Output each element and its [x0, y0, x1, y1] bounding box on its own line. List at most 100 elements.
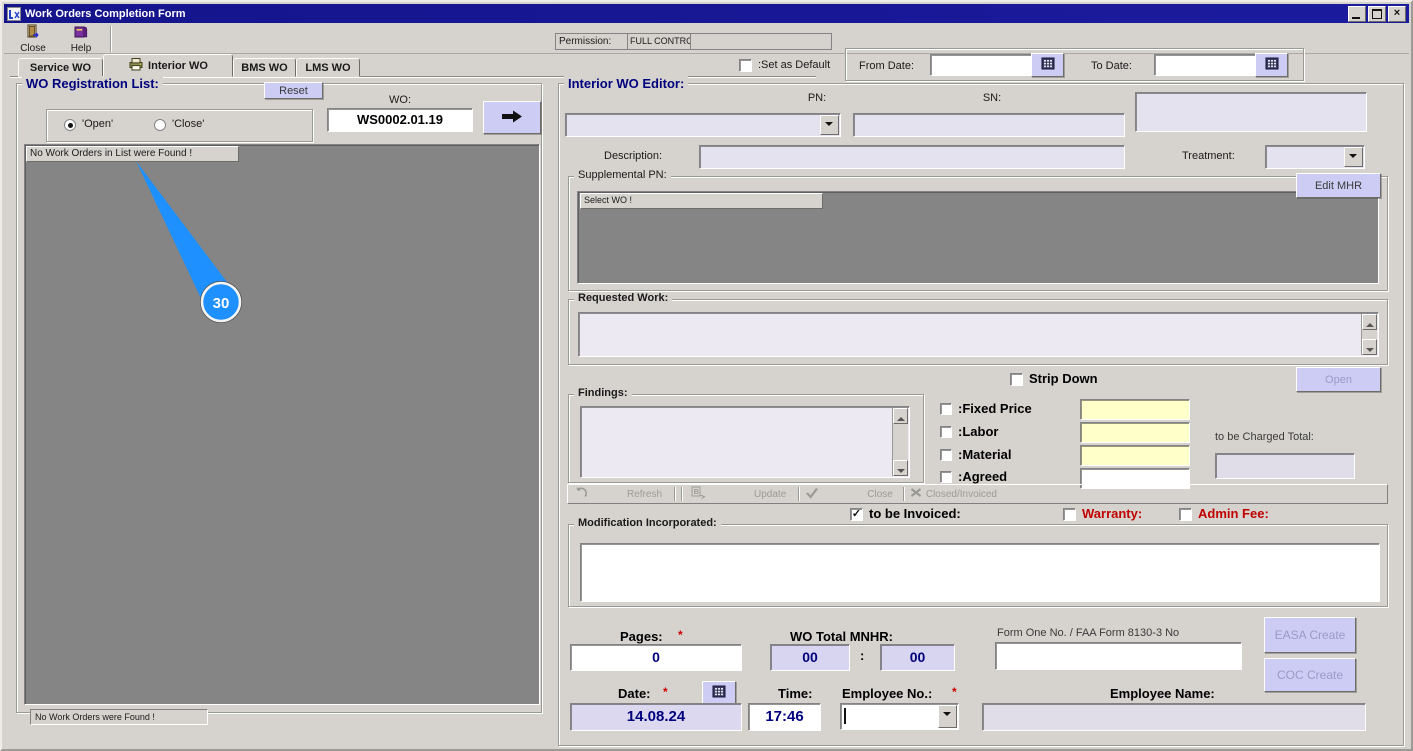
material-checkbox[interactable]: [940, 449, 952, 461]
wo-list-area[interactable]: No Work Orders in List were Found ! 30: [24, 144, 540, 705]
scroll-down-icon[interactable]: [893, 460, 908, 476]
requested-work-title: Requested Work:: [574, 292, 673, 304]
reset-button[interactable]: Reset: [264, 82, 323, 99]
employee-no-combobox[interactable]: [840, 703, 959, 730]
exit-door-icon: [25, 24, 41, 42]
treatment-combobox[interactable]: [1265, 145, 1365, 169]
dropdown-arrow-icon[interactable]: [938, 705, 957, 728]
update-label: Update: [754, 488, 787, 500]
svg-text:B: B: [694, 487, 700, 496]
to-date-calendar-button[interactable]: [1255, 53, 1288, 77]
from-date-input[interactable]: [930, 54, 1038, 76]
check-action[interactable]: [805, 487, 819, 502]
radio-open-label: 'Open': [82, 118, 114, 130]
refresh-action[interactable]: Refresh: [627, 489, 662, 500]
form-one-label: Form One No. / FAA Form 8130-3 No: [997, 627, 1180, 639]
actionbar-separator: [674, 487, 677, 501]
scroll-down-icon[interactable]: [1362, 339, 1377, 355]
pages-required-star: *: [678, 628, 683, 642]
pages-value: 0: [652, 649, 660, 665]
edit-mhr-button[interactable]: Edit MHR: [1296, 173, 1381, 198]
admin-fee-checkbox[interactable]: [1179, 508, 1192, 521]
supplemental-pn-grid[interactable]: Select WO !: [577, 191, 1379, 284]
strip-down-checkbox[interactable]: [1010, 373, 1023, 386]
app-icon: [7, 6, 21, 21]
save-action[interactable]: B: [691, 486, 706, 502]
close-window-button[interactable]: ×: [1388, 5, 1406, 22]
sn-field[interactable]: [853, 113, 1125, 137]
charged-total-label: to be Charged Total:: [1215, 431, 1314, 443]
radio-close[interactable]: [154, 119, 166, 131]
actionbar-separator: [681, 487, 684, 501]
mnhr-hours-field[interactable]: 00: [770, 644, 850, 671]
from-date-calendar-button[interactable]: [1031, 53, 1064, 77]
open-button[interactable]: Open: [1296, 367, 1381, 392]
tab-interior-wo[interactable]: Interior WO: [103, 54, 233, 77]
fixed-price-checkbox[interactable]: [940, 403, 952, 415]
go-arrow-button[interactable]: [483, 101, 541, 134]
help-button[interactable]: Help: [58, 25, 104, 54]
close-action[interactable]: Close: [867, 489, 893, 500]
employee-name-field: [982, 703, 1366, 731]
date-field[interactable]: 14.08.24: [570, 703, 742, 731]
permission-value: FULL CONTROL: [630, 36, 699, 46]
labor-checkbox[interactable]: [940, 426, 952, 438]
fixed-price-field[interactable]: [1080, 399, 1190, 420]
findings-textarea[interactable]: [580, 406, 910, 478]
date-calendar-button[interactable]: [702, 681, 736, 704]
findings-scrollbar[interactable]: [892, 408, 908, 476]
update-action[interactable]: Update: [754, 489, 786, 500]
agreed-checkbox[interactable]: [940, 471, 952, 483]
supplemental-grid-header-text: Select WO !: [584, 195, 633, 205]
material-field[interactable]: [1080, 445, 1190, 466]
printer-icon: [128, 57, 144, 74]
closed-invoiced-action[interactable]: Closed/Invoiced: [910, 487, 997, 501]
titlebar: Work Orders Completion Form ×: [4, 4, 1409, 23]
calendar-icon: [1265, 57, 1279, 73]
dropdown-arrow-icon[interactable]: [820, 115, 839, 135]
tab-lms-wo[interactable]: LMS WO: [296, 58, 360, 77]
employee-no-value: [844, 708, 846, 724]
to-date-input[interactable]: [1154, 54, 1262, 76]
radio-open[interactable]: [64, 119, 76, 131]
easa-create-button[interactable]: EASA Create: [1264, 617, 1356, 653]
wo-input[interactable]: WS0002.01.19: [327, 108, 473, 132]
coc-create-button[interactable]: COC Create: [1264, 658, 1356, 692]
to-be-invoiced-checkbox[interactable]: ✓: [850, 508, 863, 521]
modification-textarea[interactable]: [580, 543, 1380, 602]
dropdown-arrow-icon[interactable]: [1344, 147, 1363, 167]
modification-title: Modification Incorporated:: [574, 517, 721, 529]
restore-button[interactable]: [1368, 5, 1386, 22]
charged-total-field: [1215, 453, 1355, 479]
actionbar-separator: [798, 487, 801, 501]
permission-label: Permission:: [559, 36, 612, 47]
tab-service-wo[interactable]: Service WO: [18, 58, 103, 77]
minimize-button[interactable]: [1348, 5, 1366, 22]
pages-input[interactable]: 0: [570, 644, 742, 671]
close-button[interactable]: Close: [10, 24, 56, 54]
description-label: Description:: [604, 150, 663, 162]
annotation-callout: 30: [136, 161, 242, 323]
warranty-checkbox[interactable]: [1063, 508, 1076, 521]
time-field[interactable]: 17:46: [748, 703, 821, 731]
mnhr-minutes-field[interactable]: 00: [880, 644, 955, 671]
supplemental-grid-header: Select WO !: [580, 193, 823, 209]
requested-work-scrollbar[interactable]: [1361, 314, 1377, 355]
scroll-up-icon[interactable]: [893, 408, 908, 424]
set-as-default-checkbox[interactable]: [739, 59, 752, 72]
app-window: Work Orders Completion Form × Close Help…: [0, 0, 1413, 751]
date-value: 14.08.24: [626, 708, 686, 725]
undo-action[interactable]: [574, 487, 588, 502]
permission-label-cell: Permission:: [555, 33, 628, 50]
wo-registration-title: WO Registration List:: [22, 76, 163, 91]
form-one-input[interactable]: [995, 642, 1242, 670]
time-label: Time:: [778, 686, 813, 701]
labor-field[interactable]: [1080, 422, 1190, 443]
scroll-up-icon[interactable]: [1362, 314, 1377, 330]
findings-title: Findings:: [574, 387, 632, 399]
description-field[interactable]: [699, 145, 1125, 169]
window-title: Work Orders Completion Form: [25, 7, 186, 20]
tab-bms-wo[interactable]: BMS WO: [233, 58, 296, 77]
requested-work-textarea[interactable]: [578, 312, 1379, 357]
pn-combobox[interactable]: [565, 113, 841, 137]
